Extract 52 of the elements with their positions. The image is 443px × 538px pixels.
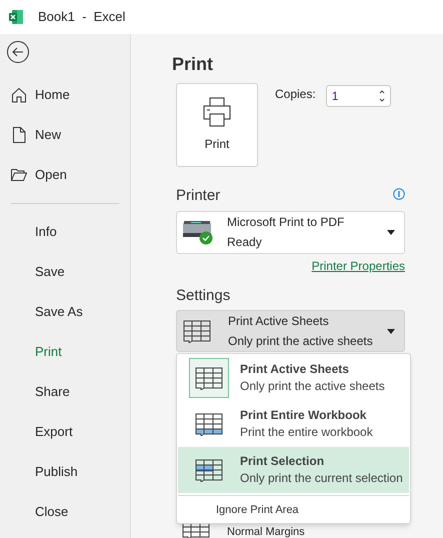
copies-label: Copies: <box>275 86 316 103</box>
sheet-icon <box>194 412 224 436</box>
print-button[interactable]: Print <box>176 83 258 167</box>
spin-arrows-icon <box>378 89 385 103</box>
sidebar-item[interactable]: New <box>0 115 130 155</box>
option-title: Print Selection <box>240 453 326 470</box>
spreadsheet-app-icon <box>8 9 24 25</box>
setting-subtitle: Only print the active sheets <box>228 333 374 350</box>
ignore-print-area-option[interactable]: Ignore Print Area <box>178 498 409 522</box>
sidebar-item[interactable]: Share <box>0 372 130 412</box>
printer-dropdown[interactable]: Microsoft Print to PDF Ready <box>176 210 405 254</box>
printer-icon <box>203 97 231 127</box>
option-subtitle: Only print the current selection <box>240 470 403 487</box>
sidebar-item[interactable]: Save As <box>0 292 130 332</box>
setting-title: Normal Margins <box>227 526 305 538</box>
printer-properties-link[interactable]: Printer Properties <box>312 256 405 274</box>
sheet-icon <box>194 458 224 482</box>
home-icon <box>11 87 27 103</box>
sidebar-item[interactable]: Info <box>0 212 130 252</box>
printer-name: Microsoft Print to PDF <box>227 214 346 231</box>
sidebar-item[interactable]: Home <box>0 75 130 115</box>
menu-item[interactable]: Print Selection Only print the current selection <box>178 447 409 493</box>
back-arrow-icon <box>12 47 24 57</box>
menu-item[interactable]: Print Entire Workbook Print the entire workbook <box>178 401 409 447</box>
window-title: Book1 - Excel <box>38 8 126 26</box>
option-title: Print Active Sheets <box>240 361 350 378</box>
option-subtitle: Print the entire workbook <box>240 424 373 441</box>
option-subtitle: Only print the active sheets <box>240 378 385 395</box>
document-icon <box>12 127 26 143</box>
info-icon[interactable] <box>393 188 405 200</box>
dropdown-caret-icon <box>387 328 395 334</box>
option-title: Print Entire Workbook <box>240 407 368 424</box>
printer-ready-icon <box>182 219 214 245</box>
sidebar-item[interactable]: Export <box>0 412 130 452</box>
settings-heading: Settings <box>176 286 232 306</box>
printer-heading: Printer <box>176 186 220 206</box>
back-button[interactable] <box>7 41 29 63</box>
printer-status: Ready <box>227 234 263 251</box>
sheet-icon <box>194 366 224 390</box>
setting-title: Print Active Sheets <box>228 313 330 330</box>
page-heading: Print <box>172 53 214 76</box>
copies-spinner[interactable]: 1 <box>326 85 391 107</box>
menu-item[interactable]: Print Active Sheets Only print the active sheets <box>178 355 409 401</box>
sidebar-item[interactable]: Publish <box>0 452 130 492</box>
dropdown-caret-icon <box>387 230 395 234</box>
folder-icon <box>11 168 27 182</box>
sidebar-item[interactable]: Save <box>0 252 130 292</box>
settings-dropdown[interactable]: Print Active Sheets Only print the active sheets <box>176 310 405 352</box>
sheet-icon <box>182 319 212 343</box>
sidebar-item[interactable]: Open <box>0 155 130 195</box>
sidebar-item[interactable]: Close <box>0 492 130 532</box>
sidebar-item[interactable]: Print <box>0 332 130 372</box>
